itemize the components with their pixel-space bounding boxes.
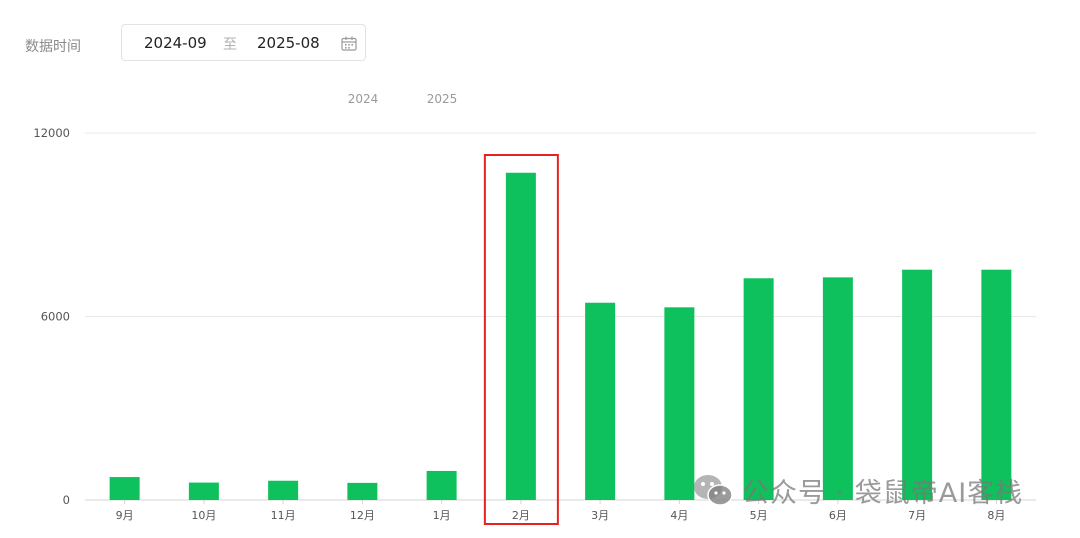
- wechat-icon: [694, 475, 733, 506]
- bar-3: [268, 480, 299, 500]
- year-label-2024: 2024: [348, 92, 379, 106]
- bar-9: [743, 278, 774, 500]
- x-tick-label-9: 5月: [750, 509, 768, 522]
- x-tick-label-3: 11月: [271, 509, 296, 522]
- x-tick-label-2: 10月: [191, 509, 216, 522]
- bar-6: [505, 172, 536, 500]
- y-tick-label-6000: 6000: [41, 310, 70, 324]
- x-tick-label-10: 6月: [829, 509, 847, 522]
- x-tick-label-5: 1月: [433, 509, 451, 522]
- bar-chart-svg: 2024 2025 0 6000 12000 9月 10月 11月 12月 1月 2月 3月 4月 5月 6…: [33, 92, 1036, 525]
- bar-5: [426, 470, 457, 500]
- y-tick-label-0: 0: [63, 493, 70, 507]
- bar-10: [822, 277, 853, 500]
- x-tick-label-8: 4月: [670, 509, 688, 522]
- bar-2: [188, 482, 219, 500]
- bar-4: [347, 482, 378, 500]
- x-tick-label-12: 8月: [987, 509, 1005, 522]
- bar-12: [981, 269, 1012, 500]
- x-tick-label-6: 2月: [512, 509, 530, 522]
- x-tick-label-11: 7月: [908, 509, 926, 522]
- x-tick-label-4: 12月: [350, 509, 375, 522]
- y-tick-label-12000: 12000: [33, 126, 70, 140]
- bar-1: [109, 477, 140, 500]
- bar-7: [585, 302, 616, 500]
- year-label-2025: 2025: [427, 92, 458, 106]
- bar-8: [664, 307, 695, 500]
- watermark: 公众号 · 袋鼠帝AI客栈: [692, 472, 1024, 509]
- x-tick-label-7: 3月: [591, 509, 609, 522]
- x-tick-label-1: 9月: [116, 509, 134, 522]
- bar-11: [902, 269, 933, 500]
- bar-chart: 2024 2025 0 6000 12000 9月 10月 11月 12月 1月 2月 3月 4月 5月 6…: [0, 0, 1080, 534]
- watermark-text: 公众号 · 袋鼠帝AI客栈: [742, 477, 1024, 509]
